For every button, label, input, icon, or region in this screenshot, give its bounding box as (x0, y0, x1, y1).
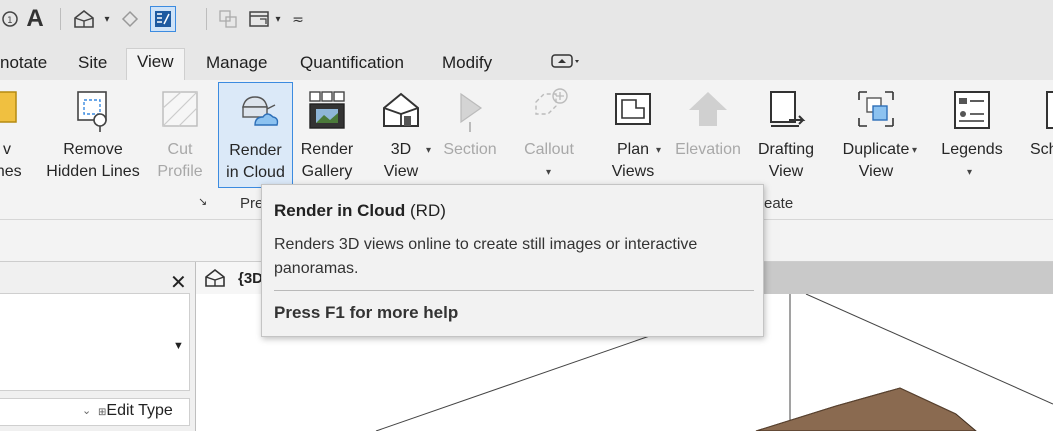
tab-site[interactable]: Site (68, 50, 117, 80)
drafting-view-icon (770, 91, 806, 127)
view-tab-3d[interactable]: {3D (196, 262, 266, 294)
tab-modify[interactable]: Modify (432, 50, 502, 80)
render-cloud-label-1: Render (229, 142, 282, 159)
remove-hidden-label-2: Hidden Lines (46, 163, 140, 180)
3d-view-button[interactable]: 3D View ▾ (370, 82, 432, 188)
thin-lines-label-1: v (3, 141, 11, 158)
edit-type-label: Edit Type (106, 402, 173, 419)
render-gallery-label-2: Gallery (301, 163, 353, 180)
customize-icon[interactable]: ≂ (290, 6, 306, 32)
tooltip-title-row: Render in Cloud (RD) (274, 201, 446, 221)
thin-lines-tool[interactable]: v ines (0, 82, 34, 188)
cut-profile-label-1: Cut (167, 141, 193, 158)
legends-button[interactable]: Legends ▾ (932, 82, 1012, 188)
elevation-button[interactable]: Elevation (670, 82, 746, 188)
render-cloud-label-2: in Cloud (226, 164, 285, 181)
section-icon (460, 92, 483, 132)
type-selector[interactable] (0, 293, 190, 391)
type-selector-dropdown-icon[interactable]: ▼ (173, 340, 184, 352)
drafting-view-button[interactable]: Drafting View (750, 82, 822, 188)
dropdown-icon[interactable]: ▾ (272, 6, 284, 32)
render-gallery-label-1: Render (300, 141, 354, 158)
schedules-icon (1046, 91, 1053, 129)
thin-lines-label-2: ines (0, 163, 22, 180)
duplicate-view-button[interactable]: Duplicate View ▾ (834, 82, 918, 188)
drafting-view-label-1: Drafting (757, 141, 815, 158)
3d-view-tab-icon (204, 268, 226, 292)
tab-view[interactable]: View (126, 48, 185, 80)
callout-icon (535, 88, 568, 115)
cut-profile-label-2: Profile (157, 163, 203, 180)
quick-access-toolbar: 1 A ▾ ▾ ≂ (0, 0, 1053, 38)
remove-hidden-lines-icon (77, 91, 107, 132)
render-in-cloud-icon (241, 96, 278, 126)
tooltip-help: Press F1 for more help (274, 303, 459, 322)
schedules-label: Sch (1030, 141, 1053, 158)
measure-icon[interactable]: 1 (0, 6, 20, 32)
3d-view-dropdown-icon[interactable]: ▾ (426, 140, 431, 162)
elevation-label: Elevation (675, 141, 741, 158)
cut-profile-icon (162, 91, 198, 127)
text-icon[interactable]: A (22, 5, 48, 32)
plan-views-label-2: Views (611, 163, 655, 180)
close-icon[interactable]: ✕ (170, 270, 187, 295)
plan-views-button[interactable]: Plan Views ▾ (600, 82, 666, 188)
render-gallery-icon (309, 91, 345, 129)
graphics-panel-launcher-icon[interactable]: ↘ (198, 195, 207, 208)
toolbar-separator (206, 8, 207, 30)
plan-views-dropdown-icon[interactable]: ▾ (656, 140, 661, 162)
elevation-icon (689, 92, 727, 126)
plan-views-label-1: Plan (616, 141, 650, 158)
dropdown-icon[interactable]: ▾ (100, 6, 114, 32)
render-in-cloud-button[interactable]: Render in Cloud (218, 82, 293, 188)
thin-lines-tool-icon (0, 91, 17, 123)
drafting-view-label-2: View (768, 163, 804, 180)
thin-lines-icon[interactable] (150, 6, 176, 32)
ribbon-tab-strip: notate Site View Manage Quantification M… (0, 38, 1053, 80)
properties-palette: ✕ ▼ ⌄ ⊞Edit Type (0, 262, 196, 431)
section-label: Section (443, 141, 497, 158)
legends-icon (954, 91, 990, 129)
presentation-panel-label: Pre (240, 195, 264, 212)
duplicate-view-label-2: View (858, 163, 894, 180)
callout-dropdown-icon[interactable]: ▾ (546, 162, 551, 184)
3d-view-label-1: 3D (390, 141, 412, 158)
tab-manage[interactable]: Manage (196, 50, 277, 80)
duplicate-view-icon (858, 91, 894, 127)
tab-annotate[interactable]: notate (0, 50, 57, 80)
tooltip-shortcut: (RD) (410, 201, 446, 220)
section-button[interactable]: Section (436, 82, 504, 188)
schedules-button[interactable]: Sch (1024, 82, 1053, 188)
callout-label: Callout (524, 141, 574, 158)
tooltip-title: Render in Cloud (274, 201, 406, 220)
section-icon[interactable] (118, 6, 142, 32)
chevron-down-icon[interactable]: ⌄ (82, 404, 91, 417)
toolbar-separator (60, 8, 61, 30)
tooltip: Render in Cloud (RD) Renders 3D views on… (261, 184, 764, 337)
tooltip-description: Renders 3D views online to create still … (274, 236, 698, 277)
3d-house-icon (383, 92, 419, 127)
duplicate-view-dropdown-icon[interactable]: ▾ (912, 140, 917, 162)
duplicate-view-label-1: Duplicate (842, 141, 910, 158)
callout-button[interactable]: Callout ▾ (514, 82, 584, 188)
text-icon-glyph: A (26, 5, 44, 32)
switch-windows-icon[interactable] (246, 6, 272, 32)
remove-hidden-lines-button[interactable]: Remove Hidden Lines (40, 82, 146, 188)
cut-profile-button[interactable]: Cut Profile (150, 82, 210, 188)
ribbon-minimize-icon[interactable] (532, 52, 592, 82)
3d-view-icon[interactable] (70, 6, 98, 32)
legends-label: Legends (941, 141, 1003, 158)
3d-view-label-2: View (383, 163, 419, 180)
edit-type-button[interactable]: ⊞Edit Type (98, 402, 173, 420)
tooltip-divider (274, 290, 754, 291)
remove-hidden-label-1: Remove (63, 141, 123, 158)
render-gallery-button[interactable]: Render Gallery (295, 82, 359, 188)
create-panel-label: reate (759, 195, 794, 212)
view-tab-label: {3D (238, 270, 264, 287)
legends-dropdown-icon[interactable]: ▾ (967, 162, 972, 184)
tab-quantification[interactable]: Quantification (290, 50, 414, 80)
close-hidden-icon[interactable] (216, 6, 240, 32)
plan-views-icon (615, 93, 651, 125)
svg-text:1: 1 (7, 16, 13, 26)
